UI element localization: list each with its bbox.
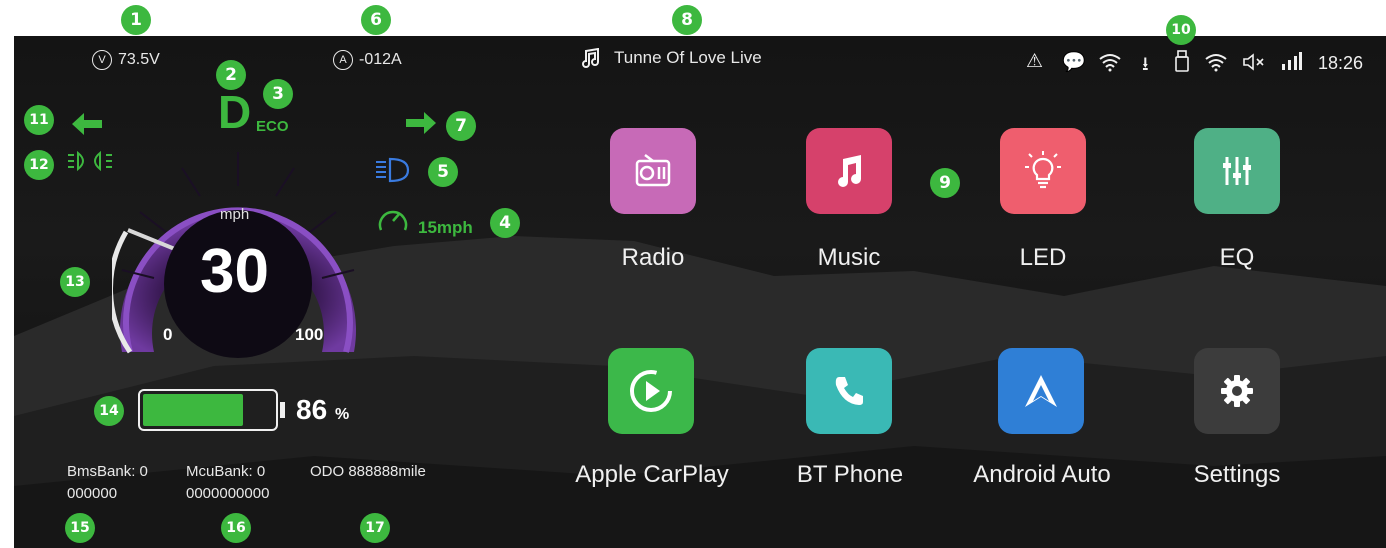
callout-17: 17 xyxy=(360,513,390,543)
callout-1: 1 xyxy=(121,5,151,35)
mcu-bank-value: 0000000000 xyxy=(186,485,270,502)
voltage-icon: V xyxy=(92,50,112,70)
clock: 18:26 xyxy=(1318,53,1364,73)
led-app-tile[interactable] xyxy=(1000,128,1086,214)
gauge-max-label: 100 xyxy=(295,325,324,344)
callout-7: 7 xyxy=(446,111,476,141)
callout-4: 4 xyxy=(490,208,520,238)
radio-icon xyxy=(635,154,671,187)
music-note-icon xyxy=(582,48,599,68)
wifi-icon xyxy=(1205,54,1227,72)
voltage-readout: V 73.5V xyxy=(92,50,160,70)
callout-15: 15 xyxy=(65,513,95,543)
gauge-min-label: 0 xyxy=(163,325,173,344)
equalizer-icon xyxy=(1223,157,1251,185)
phone-icon xyxy=(835,377,863,405)
right-turn-signal-icon xyxy=(406,112,436,134)
parking-light-icon xyxy=(68,150,112,172)
carplay-app-label[interactable]: Apple CarPlay xyxy=(560,461,744,489)
eq-app-tile[interactable] xyxy=(1194,128,1280,214)
callout-3: 3 xyxy=(263,79,293,109)
lightbulb-icon xyxy=(1025,151,1061,189)
bms-bank-label: BmsBank: 0 xyxy=(67,463,148,480)
bms-bank-value: 000000 xyxy=(67,485,118,502)
callout-14: 14 xyxy=(94,396,124,426)
high-beam-icon xyxy=(376,157,410,183)
speed-unit: mph xyxy=(220,206,250,223)
current-icon: A xyxy=(333,50,353,70)
bt-phone-app-label[interactable]: BT Phone xyxy=(780,461,920,489)
drive-mode: ECO xyxy=(256,118,289,135)
gear-icon xyxy=(1221,375,1253,407)
battery-percent-value: 86 xyxy=(296,394,328,425)
current-value: -012A xyxy=(359,51,402,68)
settings-app-label[interactable]: Settings xyxy=(1172,461,1302,489)
current-readout: A -012A xyxy=(333,50,402,70)
callout-13: 13 xyxy=(60,267,90,297)
android-auto-icon xyxy=(1025,375,1057,407)
left-turn-signal-icon xyxy=(72,113,102,135)
callout-8: 8 xyxy=(672,5,702,35)
message-icon: 💬 xyxy=(1062,52,1086,73)
song-title: Tunne Of Love Live xyxy=(614,48,762,67)
music-app-label[interactable]: Music xyxy=(794,244,904,272)
radio-app-label[interactable]: Radio xyxy=(598,244,708,272)
bt-phone-app-tile[interactable] xyxy=(806,348,892,434)
led-app-label[interactable]: LED xyxy=(988,244,1098,272)
battery-percent-sign: % xyxy=(334,406,350,423)
callout-10: 10 xyxy=(1166,15,1196,45)
download-icon: ⭳ xyxy=(1142,54,1149,75)
speed-limit-icon xyxy=(378,210,408,231)
callout-16: 16 xyxy=(221,513,251,543)
callout-6: 6 xyxy=(361,5,391,35)
android-auto-app-tile[interactable] xyxy=(998,348,1084,434)
voltage-value: 73.5V xyxy=(118,51,160,68)
callout-11: 11 xyxy=(24,105,54,135)
wifi-hotspot-icon xyxy=(1099,54,1121,72)
android-auto-app-label[interactable]: Android Auto xyxy=(950,461,1134,489)
callout-12: 12 xyxy=(24,150,54,180)
battery-fill xyxy=(143,394,244,426)
battery-indicator xyxy=(138,389,278,431)
radio-app-tile[interactable] xyxy=(610,128,696,214)
mute-icon xyxy=(1243,53,1264,71)
gear-indicator: D xyxy=(218,86,252,138)
music-app-tile[interactable] xyxy=(806,128,892,214)
usb-icon xyxy=(1175,50,1189,72)
speed-value: 30 xyxy=(200,237,269,306)
speed-limit-value: 15mph xyxy=(418,218,473,237)
eq-app-label[interactable]: EQ xyxy=(1182,244,1292,272)
battery-percent: 86 % xyxy=(296,394,349,426)
settings-app-tile[interactable] xyxy=(1194,348,1280,434)
callout-9: 9 xyxy=(930,168,960,198)
mcu-bank-label: McuBank: 0 xyxy=(186,463,266,480)
battery-terminal xyxy=(280,402,285,418)
callout-5: 5 xyxy=(428,157,458,187)
signal-icon xyxy=(1282,52,1302,70)
music-note-icon xyxy=(838,155,861,187)
carplay-app-tile[interactable] xyxy=(608,348,694,434)
warning-icon: ⚠ xyxy=(1026,51,1044,72)
callout-2: 2 xyxy=(216,60,246,90)
carplay-icon xyxy=(630,370,672,412)
now-playing[interactable]: Tunne Of Love Live xyxy=(580,48,762,68)
odometer: ODO 888888mile xyxy=(310,463,426,480)
